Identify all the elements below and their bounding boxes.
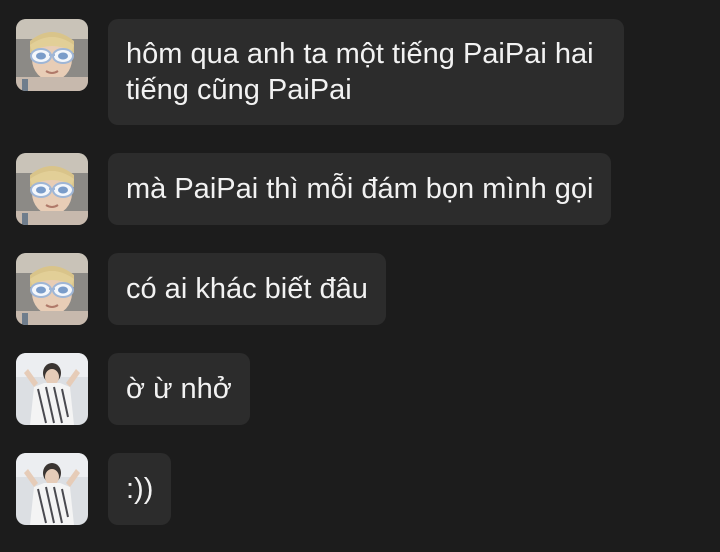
avatar-sunglasses-icon — [16, 19, 88, 91]
avatar-sunglasses-icon — [16, 253, 88, 325]
avatar[interactable] — [16, 253, 88, 325]
message-bubble: mà PaiPai thì mỗi đám bọn mình gọi — [108, 153, 612, 225]
avatar[interactable] — [16, 353, 88, 425]
message-row: có ai khác biết đâu — [16, 253, 386, 325]
message-row: :)) — [16, 453, 172, 525]
avatar[interactable] — [16, 453, 88, 525]
avatar-striped-shirt-icon — [16, 353, 88, 425]
message-row: hôm qua anh ta một tiếng PaiPai hai tiến… — [16, 19, 624, 125]
avatar-sunglasses-icon — [16, 153, 88, 225]
avatar[interactable] — [16, 19, 88, 91]
message-row: mà PaiPai thì mỗi đám bọn mình gọi — [16, 153, 612, 225]
message-bubble: có ai khác biết đâu — [108, 253, 386, 325]
avatar[interactable] — [16, 153, 88, 225]
message-bubble: ờ ừ nhở — [108, 353, 250, 425]
message-row: ờ ừ nhở — [16, 353, 250, 425]
chat-thread: hôm qua anh ta một tiếng PaiPai hai tiến… — [0, 0, 720, 552]
message-bubble: hôm qua anh ta một tiếng PaiPai hai tiến… — [108, 19, 624, 125]
message-bubble: :)) — [108, 453, 172, 525]
avatar-striped-shirt-icon — [16, 453, 88, 525]
